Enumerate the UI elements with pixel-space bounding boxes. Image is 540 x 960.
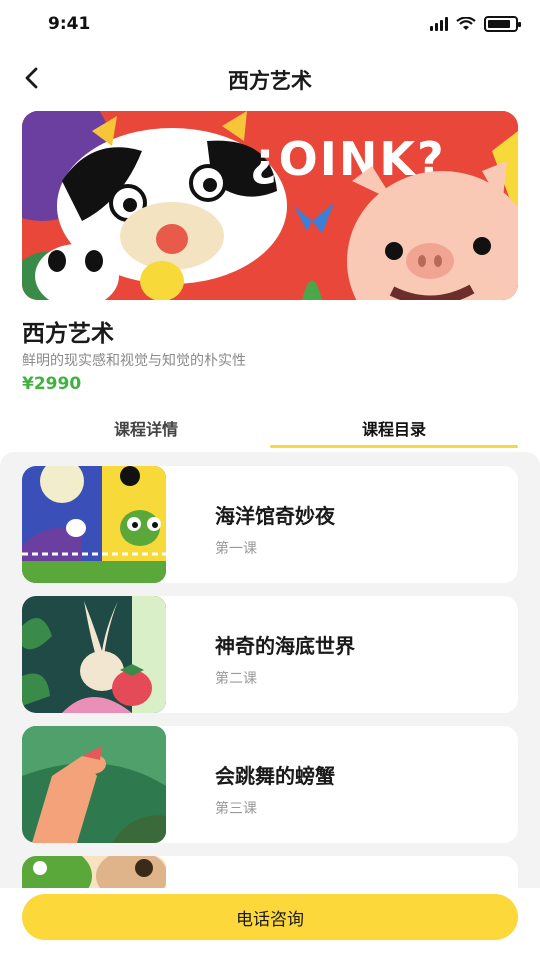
course-price: ¥2990: [22, 374, 82, 394]
lesson-thumbnail: [22, 726, 166, 843]
lesson-title: 会跳舞的螃蟹: [215, 764, 335, 788]
status-icons: [430, 16, 521, 32]
lesson-card[interactable]: 神奇的海底世界 第二课: [22, 596, 518, 713]
bottom-action-bar: 电话咨询: [0, 888, 540, 960]
status-time: 9:41: [48, 14, 91, 34]
lesson-list: 海洋馆奇妙夜 第一课 神奇的海底世界 第二课 会跳舞的螃蟹 第三课: [0, 452, 540, 892]
course-subtitle: 鲜明的现实感和视觉与知觉的朴实性: [22, 353, 246, 369]
page-title: 西方艺术: [228, 69, 312, 93]
battery-icon: [484, 16, 521, 32]
lesson-subtitle: 第一课: [215, 541, 257, 557]
lesson-title: 神奇的海底世界: [215, 634, 355, 658]
lesson-subtitle: 第二课: [215, 671, 257, 687]
tab-course-catalog[interactable]: 课程目录: [270, 404, 518, 450]
course-title: 西方艺术: [22, 321, 114, 347]
lesson-thumbnail: [22, 466, 166, 583]
lesson-thumbnail: [22, 856, 166, 892]
nav-bar: 西方艺术: [0, 52, 540, 104]
wifi-icon: [456, 17, 476, 30]
status-bar: 9:41: [0, 0, 540, 52]
course-banner: ¿OINK?: [22, 111, 518, 300]
phone-consult-button[interactable]: 电话咨询: [22, 894, 518, 940]
lesson-title: 海洋馆奇妙夜: [215, 504, 335, 528]
lesson-card[interactable]: 海洋馆奇妙夜 第一课: [22, 466, 518, 583]
signal-icon: [430, 17, 448, 31]
lesson-thumbnail: [22, 596, 166, 713]
lesson-card[interactable]: [22, 856, 518, 892]
banner-illustration: ¿OINK?: [22, 111, 518, 300]
lesson-subtitle: 第三课: [215, 801, 257, 817]
course-tabs: 课程详情 课程目录: [22, 404, 518, 450]
lesson-card[interactable]: 会跳舞的螃蟹 第三课: [22, 726, 518, 843]
tab-course-details[interactable]: 课程详情: [22, 404, 270, 450]
